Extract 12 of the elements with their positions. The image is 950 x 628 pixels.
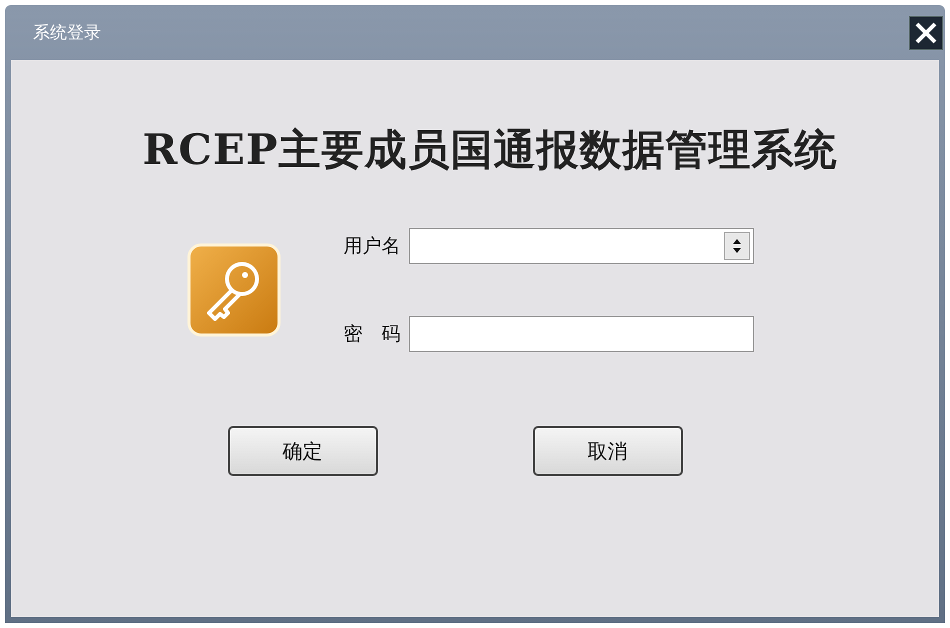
username-combo-field[interactable] (408, 228, 754, 264)
cancel-button[interactable]: 取消 (532, 426, 682, 476)
app-heading: RCEP主要成员国通报数据管理系统 (142, 124, 838, 176)
spinner-icon[interactable] (724, 232, 750, 260)
field-label: 密 码 (342, 322, 400, 347)
window-title: 系统登录 (33, 22, 101, 44)
password-field[interactable] (408, 316, 754, 352)
field-label: 用户名 (342, 234, 400, 259)
close-icon (914, 20, 938, 44)
confirm-button[interactable]: 确定 (228, 426, 378, 476)
key-icon (186, 243, 280, 337)
close-button[interactable] (909, 16, 943, 50)
